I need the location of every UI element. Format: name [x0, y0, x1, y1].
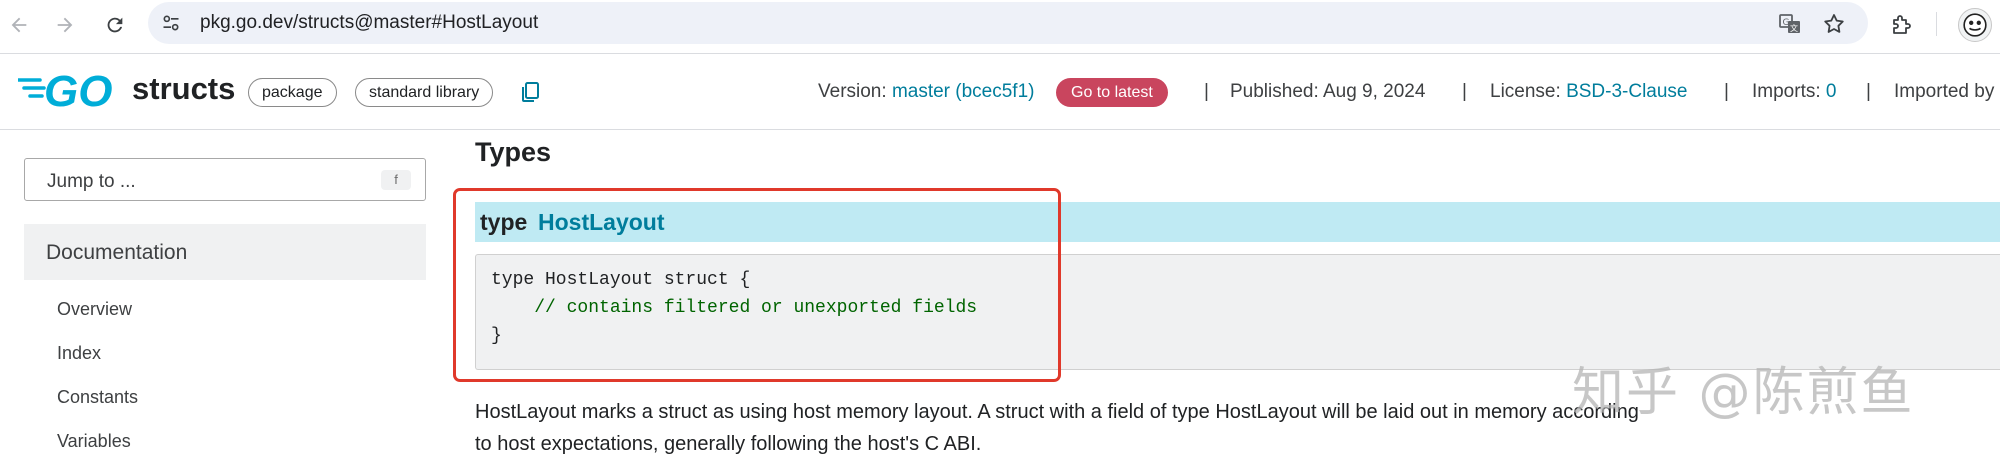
- license-link[interactable]: BSD-3-Clause: [1566, 81, 1687, 102]
- meta-separator: |: [1462, 81, 1467, 102]
- back-button[interactable]: [2, 8, 36, 42]
- svg-text:文: 文: [1790, 23, 1798, 33]
- meta-separator: |: [1724, 81, 1729, 102]
- highlight-annotation: [453, 188, 1061, 382]
- jump-to-input[interactable]: Jump to ... f: [24, 158, 426, 201]
- imports-link[interactable]: 0: [1826, 81, 1837, 102]
- license-info: License: BSD-3-Clause: [1490, 81, 1688, 103]
- version-link[interactable]: master (bcec5f1): [892, 81, 1035, 102]
- jump-shortcut-key: f: [381, 170, 411, 190]
- package-chip: package: [248, 78, 337, 107]
- meta-separator: |: [1866, 81, 1871, 102]
- go-logo[interactable]: GO: [18, 68, 124, 112]
- imported-by-label[interactable]: Imported by: [1894, 81, 1994, 103]
- forward-button[interactable]: [48, 8, 82, 42]
- version-info: Version: master (bcec5f1): [818, 81, 1034, 103]
- license-label: License:: [1490, 81, 1561, 102]
- profile-avatar[interactable]: [1958, 8, 1992, 42]
- sidebar-item-index[interactable]: Index: [57, 343, 101, 364]
- site-header: GO structs package standard library Vers…: [0, 54, 2000, 130]
- bookmark-button[interactable]: [1820, 10, 1848, 38]
- imports-label: Imports:: [1752, 81, 1821, 102]
- sidebar-item-variables[interactable]: Variables: [57, 431, 131, 452]
- address-bar[interactable]: pkg.go.dev/structs@master#HostLayout G 文: [148, 2, 1868, 44]
- package-title: structs: [132, 71, 236, 106]
- browser-toolbar: pkg.go.dev/structs@master#HostLayout G 文: [0, 0, 2000, 54]
- copy-icon[interactable]: [518, 80, 542, 104]
- standard-library-chip: standard library: [355, 78, 494, 107]
- puzzle-icon: [1893, 15, 1911, 34]
- star-icon: [1824, 14, 1844, 33]
- go-to-latest-button[interactable]: Go to latest: [1056, 78, 1168, 107]
- tune-icon: [163, 15, 179, 31]
- toolbar-divider: [1936, 12, 1937, 36]
- published-date: Published: Aug 9, 2024: [1230, 81, 1426, 102]
- meta-separator: |: [1204, 81, 1209, 102]
- avatar-icon: [1963, 13, 1987, 37]
- reload-icon: [107, 17, 123, 33]
- reload-button[interactable]: [98, 8, 132, 42]
- version-label: Version:: [818, 81, 887, 102]
- imports-info: Imports: 0: [1752, 81, 1836, 103]
- translate-icon: G 文: [1779, 14, 1800, 33]
- svg-text:GO: GO: [44, 68, 112, 112]
- forward-arrow-icon: [57, 17, 73, 33]
- extensions-button[interactable]: [1885, 8, 1919, 42]
- types-heading: Types: [475, 137, 552, 167]
- sidebar-item-overview[interactable]: Overview: [57, 299, 132, 320]
- watermark-text: 知乎 @陈煎鱼: [1572, 363, 1915, 423]
- url-text[interactable]: pkg.go.dev/structs@master#HostLayout: [200, 12, 538, 34]
- documentation-label: Documentation: [46, 241, 188, 264]
- jump-to-placeholder: Jump to ...: [47, 171, 136, 192]
- translate-button[interactable]: G 文: [1776, 10, 1804, 38]
- description-line: to host expectations, generally followin…: [475, 433, 982, 455]
- site-info-button[interactable]: [158, 10, 184, 36]
- documentation-heading[interactable]: Documentation: [24, 224, 426, 280]
- back-arrow-icon: [11, 17, 27, 33]
- sidebar-item-constants[interactable]: Constants: [57, 387, 138, 408]
